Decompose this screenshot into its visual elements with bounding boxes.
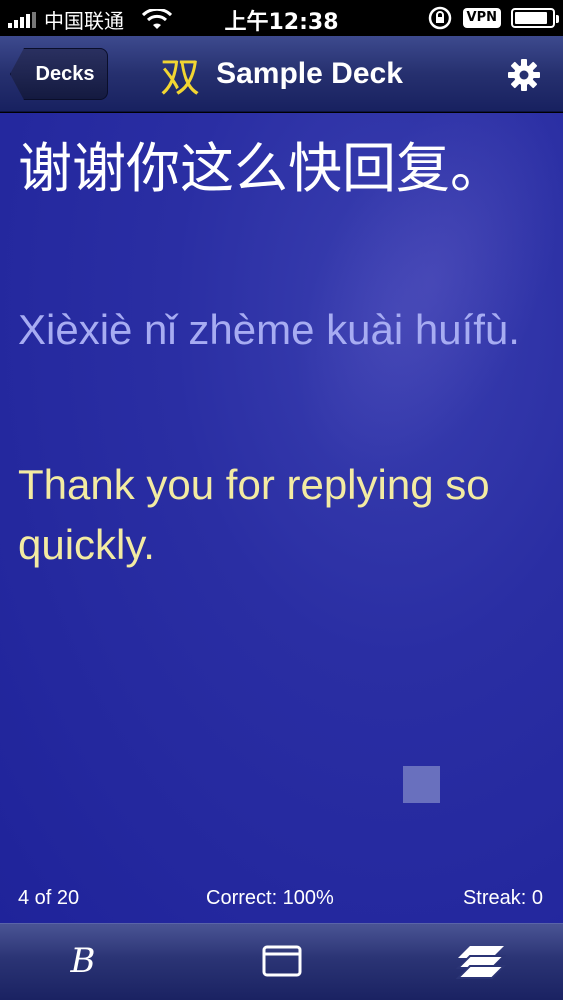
- status-right: VPN: [427, 5, 559, 31]
- card-icon[interactable]: [262, 944, 302, 978]
- navigation-bar: Decks 双 Sample Deck: [0, 36, 563, 112]
- app-logo: 双: [160, 55, 201, 101]
- vpn-badge: VPN: [462, 8, 501, 28]
- flashcard[interactable]: 谢谢你这么快回复。 Xièxiè nǐ zhème kuài huífù. Th…: [0, 113, 563, 923]
- bottom-toolbar: B: [0, 923, 563, 1000]
- pinyin-text: Xièxiè nǐ zhème kuài huífù.: [18, 306, 520, 353]
- correct-percentage: Correct: 100%: [206, 887, 334, 909]
- gear-icon[interactable]: [507, 58, 541, 92]
- status-bar: 中国联通 上午12:38 VPN: [0, 0, 563, 36]
- page-title: Sample Deck: [216, 57, 403, 90]
- nav-title-group: 双 Sample Deck: [0, 36, 563, 112]
- rotation-lock-icon: [428, 6, 451, 30]
- streak-count: Streak: 0: [462, 887, 543, 909]
- b-icon[interactable]: B: [66, 938, 100, 984]
- english-translation: Thank you for replying so quickly.: [18, 461, 490, 568]
- hanzi-text: 谢谢你这么快回复。: [18, 137, 504, 200]
- card-count: 4 of 20: [18, 887, 80, 909]
- stack-icon[interactable]: [456, 942, 506, 982]
- progress-indicator: [403, 766, 440, 803]
- stats-bar: 4 of 20 Correct: 100% Streak: 0: [0, 887, 563, 913]
- battery-icon: [511, 8, 559, 28]
